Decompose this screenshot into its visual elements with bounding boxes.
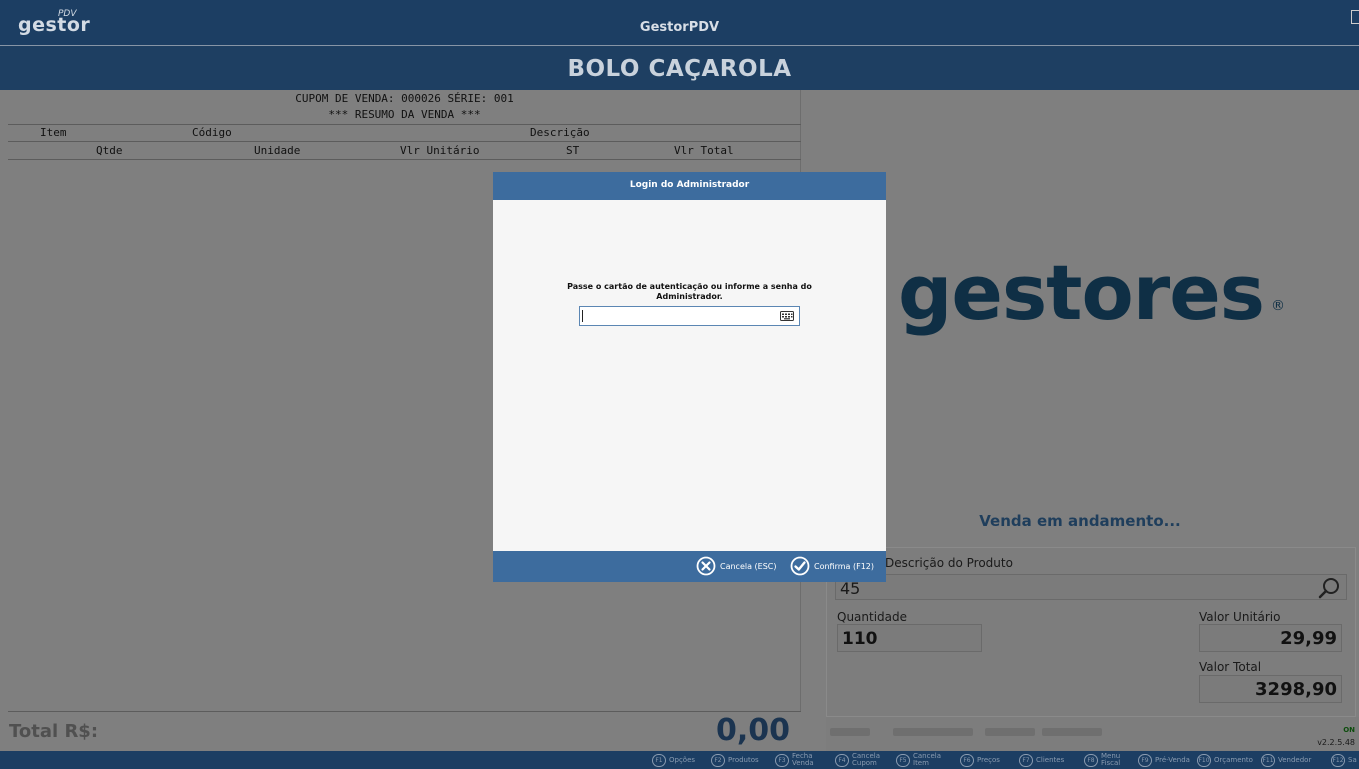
footer-info-blur (985, 728, 1035, 736)
fkey-badge: F5 (896, 753, 910, 767)
confirm-icon (790, 556, 810, 576)
fkey-badge: F11 (1261, 753, 1275, 767)
store-header: BOLO CAÇAROLA (0, 46, 1359, 90)
total-price-field: 3298,90 (1199, 675, 1342, 703)
fkey-label: Vendedor (1278, 755, 1312, 764)
cancel-button-label: Cancela (ESC) (720, 561, 777, 571)
admin-login-dialog: Login do Administrador Passe o cartão de… (493, 172, 886, 582)
text-caret (582, 310, 583, 322)
fkey-f10[interactable]: F10 Orçamento (1197, 753, 1253, 767)
total-price-value: 3298,90 (1255, 679, 1337, 700)
fkey-badge: F3 (775, 753, 789, 767)
admin-password-input[interactable] (579, 306, 800, 326)
dialog-message: Passe o cartão de autenticação ou inform… (567, 282, 812, 301)
col-descricao: Descrição (530, 126, 590, 139)
fkey-label: Fecha Venda (792, 752, 814, 767)
store-name: BOLO CAÇAROLA (567, 56, 792, 82)
unit-price-field: 29,99 (1199, 624, 1342, 652)
fkey-f12[interactable]: F12 Sa (1331, 753, 1357, 767)
keyboard-icon[interactable] (780, 311, 794, 321)
fkey-badge: F6 (960, 753, 974, 767)
divider (8, 124, 801, 125)
total-label: Total R$: (9, 721, 99, 742)
fkey-badge: F10 (1197, 753, 1211, 767)
fkey-label: Opções (669, 755, 696, 764)
dialog-header: Login do Administrador (493, 172, 886, 200)
fkey-badge: F8 (1084, 753, 1098, 767)
fkey-label: Pré-Venda (1155, 755, 1190, 764)
fkey-f11[interactable]: F11 Vendedor (1261, 753, 1311, 767)
divider (8, 141, 801, 142)
dialog-title: Login do Administrador (629, 180, 750, 190)
col-unidade: Unidade (254, 144, 301, 157)
col-item: Item (40, 126, 67, 139)
sale-status: Venda em andamento... (979, 512, 1181, 530)
fkey-label: Preços (977, 755, 1000, 764)
unit-price-value: 29,99 (1280, 628, 1337, 649)
brand-registered-mark: ® (1271, 298, 1285, 314)
col-vlr-total: Vlr Total (674, 144, 734, 157)
fkey-badge: F1 (652, 753, 666, 767)
window-control-button[interactable] (1351, 10, 1359, 24)
confirm-button-label: Confirma (F12) (814, 561, 874, 571)
fkey-f6[interactable]: F6 Preços (960, 753, 1000, 767)
col-vlr-unitario: Vlr Unitário (400, 144, 480, 157)
online-indicator: ON (1343, 726, 1355, 734)
fkey-badge: F2 (711, 753, 725, 767)
fkey-badge: F7 (1019, 753, 1033, 767)
unit-price-label: Valor Unitário (1199, 610, 1281, 624)
total-price-label: Valor Total (1199, 660, 1262, 674)
fkey-label: Orçamento (1214, 755, 1253, 764)
footer-info-blur (830, 728, 870, 736)
window-title: GestorPDV (639, 20, 720, 35)
footer-info-blur (893, 728, 973, 736)
fkey-f7[interactable]: F7 Clientes (1019, 753, 1064, 767)
fkey-f1[interactable]: F1 Opções (652, 753, 695, 767)
app-logo-sup: PDV (58, 9, 77, 19)
total-value: 0,00 (715, 713, 790, 748)
quantity-label: Quantidade (837, 610, 908, 624)
fkey-f3[interactable]: F3 Fecha Venda (775, 753, 833, 767)
quantity-field[interactable]: 110 (837, 624, 982, 652)
cancel-icon (696, 556, 716, 576)
fkey-label: Cancela Item (913, 752, 942, 767)
divider (8, 159, 801, 160)
col-codigo: Código (192, 126, 232, 139)
confirm-button[interactable]: Confirma (F12) (790, 554, 874, 578)
fkey-f2[interactable]: F2 Produtos (711, 753, 759, 767)
receipt-summary-line: *** RESUMO DA VENDA *** (328, 108, 481, 121)
col-st: ST (566, 144, 580, 157)
col-qtde: Qtde (96, 144, 123, 157)
search-icon[interactable] (1317, 576, 1341, 600)
fkey-badge: F12 (1331, 753, 1345, 767)
fkey-badge: F4 (835, 753, 849, 767)
receipt-coupon-line: CUPOM DE VENDA: 000026 SÉRIE: 001 (295, 92, 514, 105)
fkey-f9[interactable]: F9 Pré-Venda (1138, 753, 1190, 767)
product-panel: Descrição do Produto 45 Quantidade 110 V… (826, 547, 1356, 717)
fkey-label: Sa (1348, 755, 1357, 764)
cancel-button[interactable]: Cancela (ESC) (696, 554, 777, 578)
quantity-value: 110 (842, 629, 878, 649)
fkey-label: Clientes (1036, 755, 1065, 764)
footer-info-blur (1042, 728, 1102, 736)
fkey-f5[interactable]: F5 Cancela Item (896, 753, 954, 767)
brand-logo: gestores (898, 248, 1265, 337)
fkey-label: Cancela Cupom (852, 752, 881, 767)
fkey-f8[interactable]: F8 Menu Fiscal (1084, 753, 1134, 767)
fkey-label: Menu Fiscal (1101, 752, 1121, 767)
fkey-f4[interactable]: F4 Cancela Cupom (835, 753, 893, 767)
fkey-badge: F9 (1138, 753, 1152, 767)
divider (8, 711, 801, 712)
title-bar: gestor PDV GestorPDV (0, 0, 1359, 45)
product-description-label: Descrição do Produto (885, 556, 1013, 570)
version-label: v2.2.5.48 (1317, 738, 1355, 747)
fkey-label: Produtos (728, 755, 759, 764)
product-description-input[interactable]: 45 (835, 574, 1347, 600)
